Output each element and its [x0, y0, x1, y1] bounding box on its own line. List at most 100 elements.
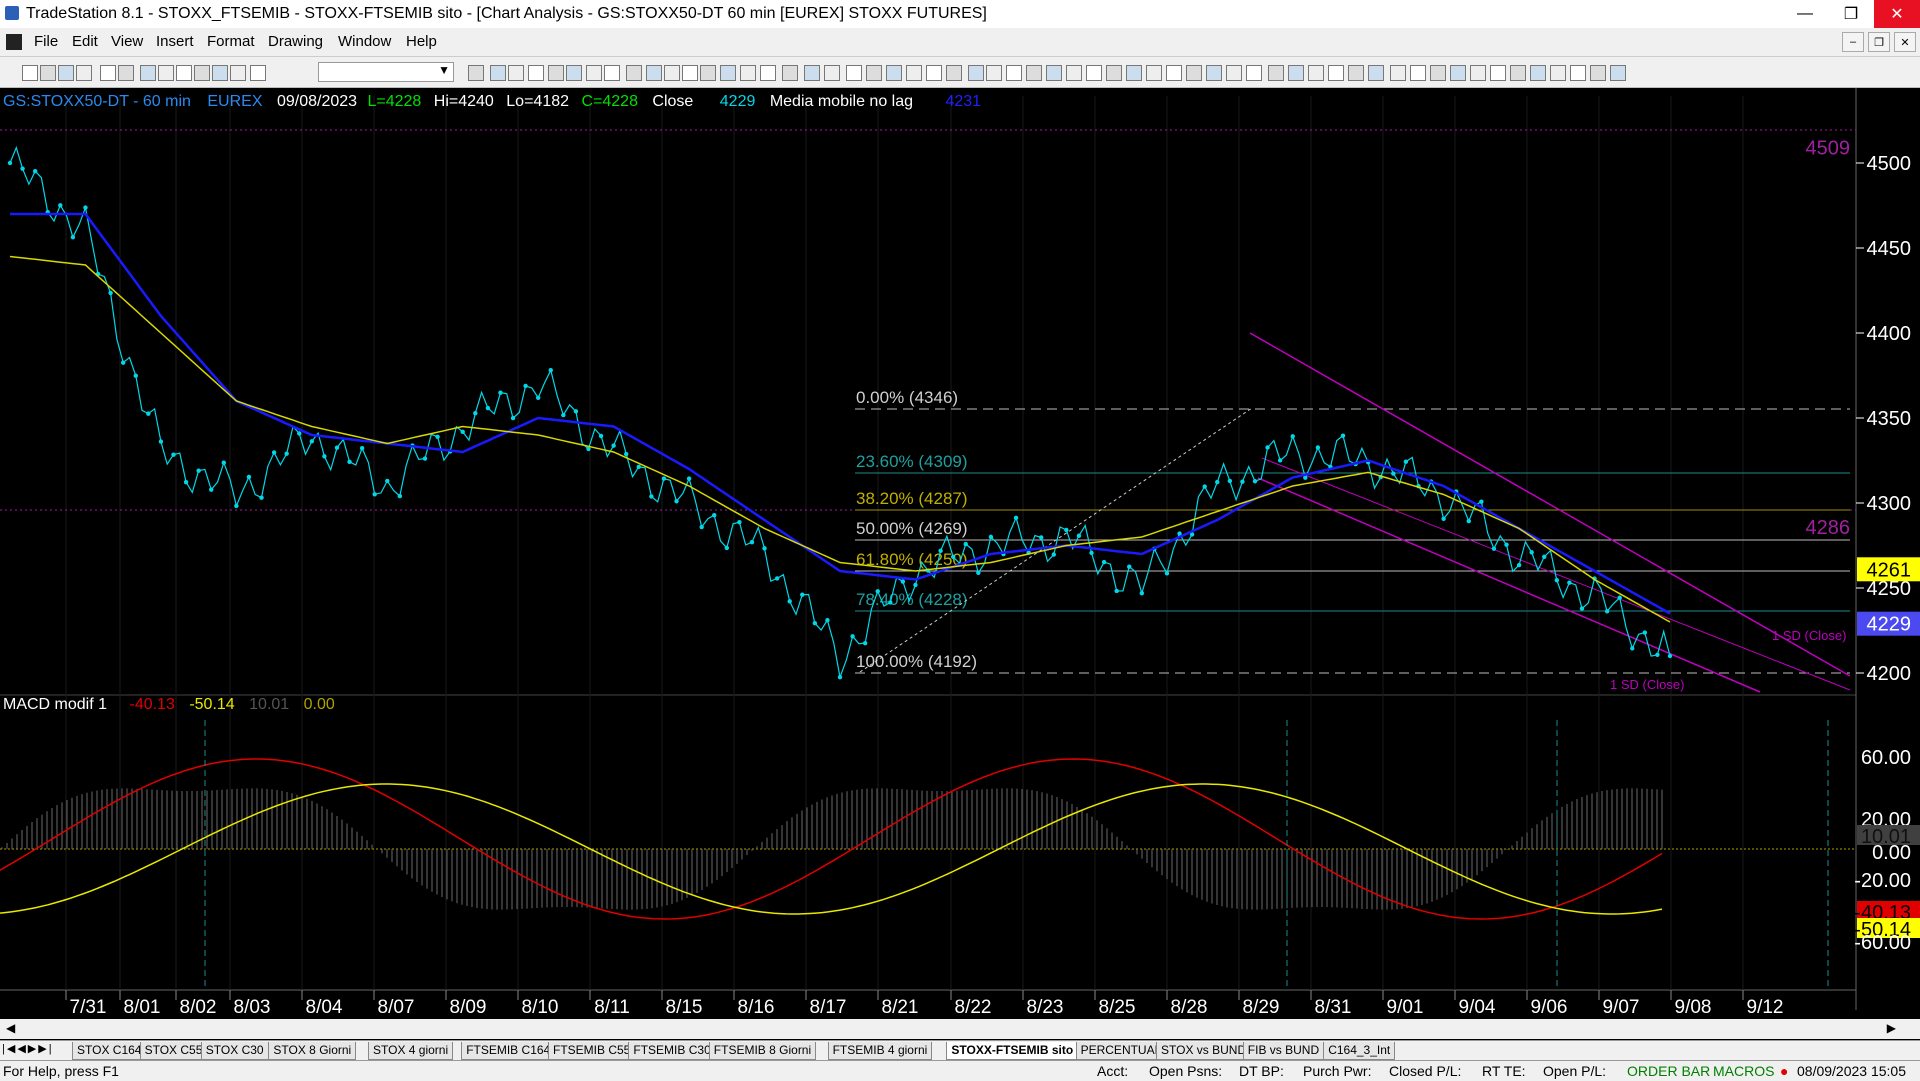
toolbar-tool-icon[interactable]: [700, 65, 716, 81]
toolbar-tool-icon[interactable]: [528, 65, 544, 81]
toolbar-tool-icon[interactable]: [508, 65, 524, 81]
scroll-right-icon[interactable]: ▶: [1887, 1021, 1896, 1035]
tab-7[interactable]: FTSEMIB C30: [628, 1042, 716, 1060]
toolbar-tool-icon[interactable]: [720, 65, 736, 81]
scroll-left-icon[interactable]: ◀: [6, 1021, 15, 1035]
tab-2[interactable]: STOX C30: [200, 1042, 269, 1060]
toolbar-tool-icon[interactable]: [1126, 65, 1142, 81]
status-order-bar[interactable]: ORDER BAR: [1627, 1063, 1710, 1079]
tab-14[interactable]: C164_3_Int: [1323, 1042, 1396, 1060]
toolbar-tool-icon[interactable]: [250, 65, 266, 81]
toolbar-tool-icon[interactable]: [176, 65, 192, 81]
toolbar-tool-icon[interactable]: [1368, 65, 1384, 81]
mdi-close-button[interactable]: ✕: [1894, 32, 1916, 52]
tab-5[interactable]: FTSEMIB C164: [461, 1042, 556, 1060]
toolbar-tool-icon[interactable]: [1348, 65, 1364, 81]
toolbar-tool-icon[interactable]: [1430, 65, 1446, 81]
toolbar-tool-icon[interactable]: [760, 65, 776, 81]
toolbar-tool-icon[interactable]: [1550, 65, 1566, 81]
horizontal-scrollbar[interactable]: ◀ ▶: [0, 1019, 1920, 1039]
chart-window[interactable]: 0.00% (4346) 23.60% (4309) 38.20% (4287) 50…: [0, 88, 1920, 1028]
chart-doc-icon[interactable]: [6, 34, 22, 50]
toolbar-tool-icon[interactable]: [1308, 65, 1324, 81]
restore-button[interactable]: ❐: [1828, 0, 1874, 28]
toolbar-tool-icon[interactable]: [100, 65, 116, 81]
tab-6[interactable]: FTSEMIB C55: [548, 1042, 636, 1060]
toolbar-tool-icon[interactable]: [1268, 65, 1284, 81]
chart-canvas[interactable]: 0.00% (4346) 23.60% (4309) 38.20% (4287) 50…: [0, 88, 1920, 1028]
toolbar-tool-icon[interactable]: [22, 65, 38, 81]
toolbar-tool-icon[interactable]: [1226, 65, 1242, 81]
toolbar-tool-icon[interactable]: [1490, 65, 1506, 81]
toolbar-tool-icon[interactable]: [1570, 65, 1586, 81]
toolbar-tool-icon[interactable]: [1288, 65, 1304, 81]
toolbar-tool-icon[interactable]: [548, 65, 564, 81]
toolbar-tool-icon[interactable]: [158, 65, 174, 81]
toolbar-tool-icon[interactable]: [926, 65, 942, 81]
chevron-down-icon[interactable]: ▼: [438, 63, 450, 77]
menu-insert[interactable]: Insert: [156, 33, 194, 50]
toolbar-tool-icon[interactable]: [906, 65, 922, 81]
toolbar-tool-icon[interactable]: [76, 65, 92, 81]
toolbar-tool-icon[interactable]: [1246, 65, 1262, 81]
toolbar-tool-icon[interactable]: [1470, 65, 1486, 81]
tab-8[interactable]: FTSEMIB 8 Giorni: [708, 1042, 817, 1060]
toolbar-tool-icon[interactable]: [1390, 65, 1406, 81]
toolbar-tool-icon[interactable]: [1450, 65, 1466, 81]
toolbar-tool-icon[interactable]: [194, 65, 210, 81]
toolbar-tool-icon[interactable]: [58, 65, 74, 81]
toolbar-tool-icon[interactable]: [682, 65, 698, 81]
toolbar-tool-icon[interactable]: [968, 65, 984, 81]
toolbar-tool-icon[interactable]: [1610, 65, 1626, 81]
tab-10[interactable]: STOXX-FTSEMIB sito: [946, 1042, 1079, 1060]
toolbar-tool-icon[interactable]: [586, 65, 602, 81]
toolbar-tool-icon[interactable]: [646, 65, 662, 81]
minimize-button[interactable]: —: [1782, 0, 1828, 28]
symbol-combo[interactable]: ▼: [318, 62, 454, 82]
menu-drawing[interactable]: Drawing: [268, 33, 323, 50]
toolbar-tool-icon[interactable]: [1146, 65, 1162, 81]
toolbar-tool-icon[interactable]: [1166, 65, 1182, 81]
toolbar-tool-icon[interactable]: [1046, 65, 1062, 81]
menu-help[interactable]: Help: [406, 33, 437, 50]
toolbar-tool-icon[interactable]: [946, 65, 962, 81]
toolbar-tool-icon[interactable]: [140, 65, 156, 81]
mdi-restore-button[interactable]: ❐: [1868, 32, 1890, 52]
toolbar-tool-icon[interactable]: [626, 65, 642, 81]
menu-window[interactable]: Window: [338, 33, 391, 50]
toolbar-tool-icon[interactable]: [1410, 65, 1426, 81]
toolbar-tool-icon[interactable]: [664, 65, 680, 81]
toolbar-tool-icon[interactable]: [1328, 65, 1344, 81]
toolbar-tool-icon[interactable]: [1206, 65, 1222, 81]
toolbar-tool-icon[interactable]: [1186, 65, 1202, 81]
menu-edit[interactable]: Edit: [72, 33, 98, 50]
toolbar-tool-icon[interactable]: [824, 65, 840, 81]
close-button[interactable]: ✕: [1874, 0, 1920, 28]
toolbar-tool-icon[interactable]: [468, 65, 484, 81]
toolbar-tool-icon[interactable]: [1590, 65, 1606, 81]
toolbar-tool-icon[interactable]: [1530, 65, 1546, 81]
toolbar-tool-icon[interactable]: [118, 65, 134, 81]
toolbar-tool-icon[interactable]: [782, 65, 798, 81]
toolbar-tool-icon[interactable]: [1086, 65, 1102, 81]
toolbar-tool-icon[interactable]: [846, 65, 862, 81]
toolbar-tool-icon[interactable]: [986, 65, 1002, 81]
toolbar-tool-icon[interactable]: [566, 65, 582, 81]
status-macros[interactable]: MACROS: [1713, 1063, 1774, 1079]
toolbar-tool-icon[interactable]: [490, 65, 506, 81]
tab-0[interactable]: STOX C164: [72, 1042, 147, 1060]
tab-4[interactable]: STOX 4 giorni: [368, 1042, 454, 1060]
menu-file[interactable]: File: [34, 33, 58, 50]
toolbar-tool-icon[interactable]: [40, 65, 56, 81]
tab-13[interactable]: FIB vs BUND: [1242, 1042, 1325, 1060]
toolbar-tool-icon[interactable]: [740, 65, 756, 81]
toolbar-tool-icon[interactable]: [1510, 65, 1526, 81]
toolbar-tool-icon[interactable]: [866, 65, 882, 81]
tab-9[interactable]: FTSEMIB 4 giorni: [827, 1042, 933, 1060]
toolbar-tool-icon[interactable]: [1066, 65, 1082, 81]
toolbar-tool-icon[interactable]: [1006, 65, 1022, 81]
mdi-minimize-button[interactable]: –: [1842, 32, 1864, 52]
toolbar-tool-icon[interactable]: [886, 65, 902, 81]
tab-nav-arrows-icon[interactable]: |◀◀▶▶|: [2, 1042, 54, 1055]
toolbar-tool-icon[interactable]: [1026, 65, 1042, 81]
